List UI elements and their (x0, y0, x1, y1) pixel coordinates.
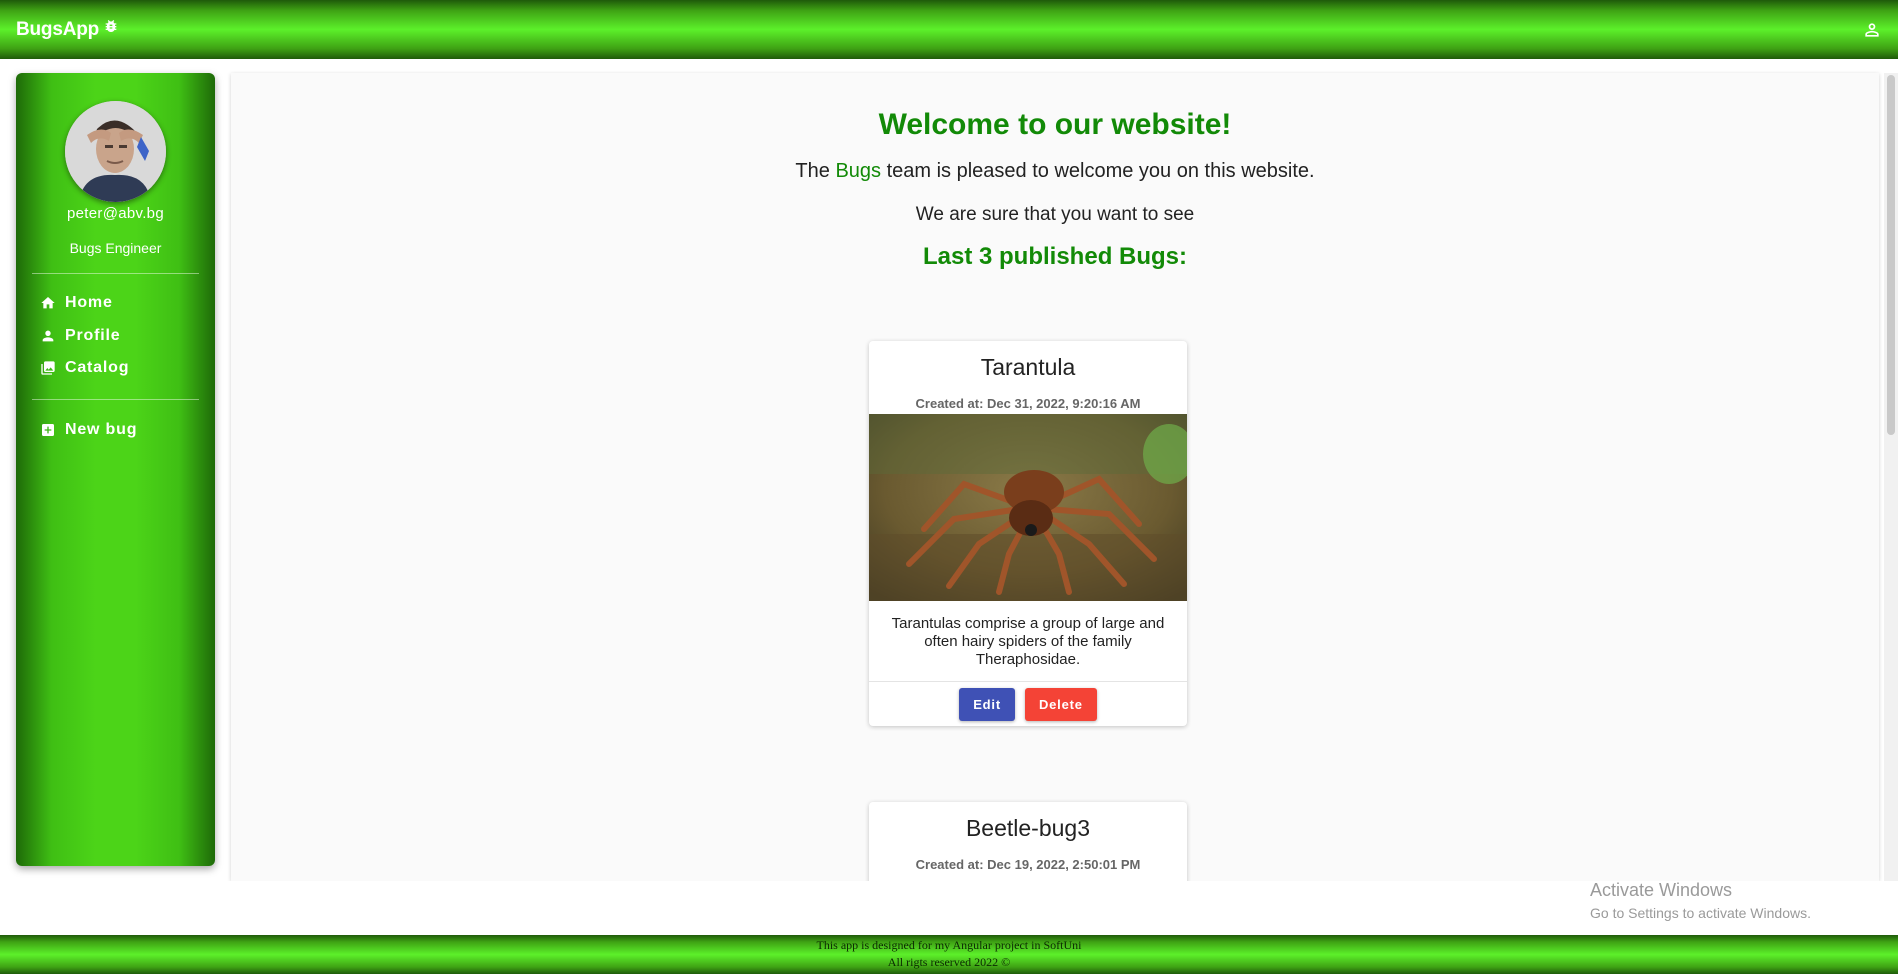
footer-line-1: This app is designed for my Angular proj… (816, 938, 1082, 952)
watermark-title: Activate Windows (1590, 880, 1733, 900)
sidebar-divider (32, 399, 199, 400)
user-email: peter@abv.bg (67, 205, 164, 222)
account-icon[interactable] (1862, 20, 1882, 40)
sidebar-item-label: Profile (65, 327, 121, 344)
delete-button[interactable]: Delete (1024, 687, 1097, 721)
brand-title: BugsApp (16, 18, 100, 40)
footer: This app is designed for my Angular proj… (0, 935, 1898, 974)
home-icon (41, 297, 55, 309)
top-toolbar: BugsApp (0, 0, 1898, 59)
sidebar-item-label: New bug (65, 421, 138, 438)
footer-line-2: All rigts reserved 2022 © (887, 955, 1011, 969)
page-scrollbar[interactable] (1884, 73, 1898, 881)
bug-card-date: Created at: Dec 31, 2022, 9:20:16 AM (915, 396, 1141, 411)
person-icon (42, 330, 54, 342)
scrollbar-thumb[interactable] (1887, 75, 1895, 435)
bug-card-actions: Edit Delete (869, 681, 1187, 726)
avatar (65, 101, 166, 202)
sidebar-item-home[interactable]: Home (40, 294, 113, 312)
sidebar-item-new-bug[interactable]: New bug (40, 421, 137, 439)
bug-card-title: Beetle-bug3 (965, 815, 1091, 841)
bug-card-date: Created at: Dec 19, 2022, 2:50:01 PM (915, 857, 1141, 872)
bug-card-description: Tarantulas comprise a group of large and… (891, 615, 1165, 668)
sidebar-item-label: Home (65, 294, 113, 311)
avatar-portrait (65, 101, 166, 202)
sure-text: We are sure that you want to see (915, 204, 1195, 225)
user-role: Bugs Engineer (69, 240, 162, 256)
intro-text: The Bugs team is pleased to welcome you … (231, 160, 1879, 183)
bug-card: Tarantula Created at: Dec 31, 2022, 9:20… (869, 341, 1187, 726)
intro-post: team is pleased to welcome you on this w… (881, 160, 1315, 182)
sidebar: peter@abv.bg Bugs Engineer Home Profile … (16, 73, 215, 866)
watermark-subtitle: Go to Settings to activate Windows. (1590, 905, 1811, 921)
intro-pre: The (795, 160, 836, 182)
bug-card: Beetle-bug3 Created at: Dec 19, 2022, 2:… (869, 802, 1187, 881)
sidebar-item-label: Catalog (65, 359, 130, 376)
edit-button[interactable]: Edit (959, 687, 1015, 721)
main-content: Welcome to our website! The Bugs team is… (231, 73, 1879, 881)
bug-icon (105, 19, 117, 32)
add-box-icon (42, 424, 54, 436)
intro-highlight: Bugs (835, 160, 882, 182)
bug-card-title: Tarantula (980, 354, 1076, 380)
activate-windows-watermark: Activate Windows Go to Settings to activ… (1590, 880, 1811, 921)
sidebar-item-catalog[interactable]: Catalog (40, 359, 129, 377)
sidebar-item-profile[interactable]: Profile (40, 327, 120, 345)
last-bugs-heading: Last 3 published Bugs: (922, 243, 1188, 270)
sidebar-divider (32, 273, 199, 274)
app-brand[interactable]: BugsApp (16, 19, 119, 41)
photo-library-icon (41, 361, 55, 375)
bug-card-image (869, 414, 1187, 601)
welcome-heading: Welcome to our website! (878, 108, 1232, 141)
